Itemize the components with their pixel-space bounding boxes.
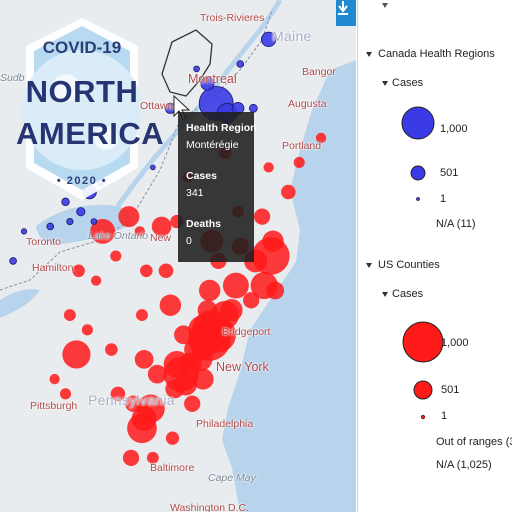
map-area[interactable]: COVID-19 NORTH AMERICA • 2020 • Trois-Ri… xyxy=(0,0,356,512)
us-county-bubble-46 xyxy=(59,388,72,400)
canada-bubble-scale xyxy=(401,106,435,201)
place-label-2: Montreal xyxy=(188,72,237,86)
covid19-north-america-badge: COVID-19 NORTH AMERICA • 2020 • xyxy=(16,18,165,200)
download-icon xyxy=(338,1,348,15)
canada-region-bubble-11 xyxy=(66,217,74,226)
place-label-16: Cape May xyxy=(208,472,256,484)
us-county-bubble-17 xyxy=(189,347,213,371)
us-county-bubble-10 xyxy=(266,281,285,300)
place-label-7: Sudb xyxy=(0,72,25,84)
us-county-bubble-44 xyxy=(81,324,93,336)
place-label-1: Maine xyxy=(272,28,312,44)
legend-canada-1: 1 xyxy=(440,193,447,205)
us-county-bubble-60 xyxy=(90,275,102,286)
us-county-bubble-56 xyxy=(122,449,140,466)
us-county-bubble-58 xyxy=(110,250,122,262)
us-county-bubble-64 xyxy=(243,292,260,309)
us-county-bubble-53 xyxy=(192,368,214,390)
us-county-bubble-61 xyxy=(49,373,60,385)
tooltip-cases-value: 341 xyxy=(186,187,204,199)
legend-canada-1000: 1,000 xyxy=(440,123,468,135)
us-county-bubble-39 xyxy=(263,162,274,173)
us-county-bubble-38 xyxy=(253,208,271,225)
place-label-17: Baltimore xyxy=(150,462,195,474)
place-label-4: Bangor xyxy=(302,66,336,78)
region-tooltip: Health Region Montérégie Cases 341 Death… xyxy=(178,112,257,262)
us-county-bubble-43 xyxy=(105,343,118,356)
legend-canada-cases[interactable]: Cases xyxy=(392,77,423,89)
place-label-15: Philadelphia xyxy=(196,418,254,430)
tooltip-deaths-label: Deaths xyxy=(186,218,222,230)
tooltip-deaths-value: 0 xyxy=(186,235,192,247)
canada-region-bubble-16 xyxy=(236,60,245,68)
us-county-bubble-22 xyxy=(147,364,167,384)
us-county-bubble-31 xyxy=(220,299,243,322)
us-county-bubble-45 xyxy=(63,309,76,322)
place-label-10: Hamilton xyxy=(32,262,74,274)
place-label-8: Lake Ontario xyxy=(88,230,149,242)
place-label-3: Ottawa xyxy=(140,100,174,112)
legend-us-1: 1 xyxy=(441,410,448,422)
place-label-14: Pennsylvania xyxy=(88,392,175,408)
canada-region-bubble-19 xyxy=(150,164,156,171)
legend-us-cases[interactable]: Cases xyxy=(392,288,423,300)
canada-region-bubble-13 xyxy=(9,257,17,265)
us-county-bubble-54 xyxy=(165,431,180,445)
canada-region-bubble-9 xyxy=(46,222,55,231)
place-label-19: Pittsburgh xyxy=(30,400,78,412)
collapse-canada-icon[interactable] xyxy=(366,52,372,57)
canada-region-bubble-17 xyxy=(193,65,200,73)
us-county-bubble-29 xyxy=(198,279,221,302)
us-county-bubble-57 xyxy=(72,264,85,278)
legend-us-title[interactable]: US Counties xyxy=(378,259,440,271)
us-county-bubble-32 xyxy=(158,263,174,279)
legend-us-501: 501 xyxy=(441,384,460,396)
top-collapse-icon[interactable] xyxy=(382,3,388,8)
us-county-bubble-42 xyxy=(136,309,148,322)
place-label-12: Bridgeport xyxy=(222,326,271,338)
place-label-13: New York xyxy=(216,360,269,374)
legend-us-1000: 1,000 xyxy=(441,337,469,349)
download-button[interactable] xyxy=(336,0,356,26)
badge-line-year: • 2020 • xyxy=(56,175,108,187)
us-county-bubble-49 xyxy=(159,294,182,316)
badge-line-america: AMERICA xyxy=(16,116,165,151)
us-county-bubble-12 xyxy=(262,230,284,252)
us-county-bubble-40 xyxy=(293,156,305,169)
us-county-bubble-33 xyxy=(140,264,153,278)
us-county-bubble-26 xyxy=(118,206,140,228)
us-county-bubble-30 xyxy=(197,300,218,321)
tooltip-region-value: Montérégie xyxy=(186,139,239,151)
place-label-18: Washington D.C. xyxy=(170,502,249,512)
us-county-bubble-11 xyxy=(281,184,296,200)
us-county-bubble-8 xyxy=(222,272,249,299)
collapse-us-cases-icon[interactable] xyxy=(382,292,388,297)
tooltip-region-label: Health Region xyxy=(186,122,257,134)
badge-line-covid19: COVID-19 xyxy=(42,38,122,57)
collapse-us-icon[interactable] xyxy=(366,263,372,268)
legend-panel: Canada Health Regions Cases 1,000 501 1 … xyxy=(357,0,512,512)
us-county-bubble-52 xyxy=(184,395,201,412)
canada-region-bubble-18 xyxy=(20,228,28,235)
us-county-bubble-24 xyxy=(62,340,91,369)
place-label-5: Augusta xyxy=(288,98,327,110)
us-county-bubble-50 xyxy=(174,325,193,345)
badge-line-north: NORTH xyxy=(25,74,139,109)
collapse-canada-cases-icon[interactable] xyxy=(382,81,388,86)
place-label-9: Toronto xyxy=(26,236,62,248)
legend-canada-title[interactable]: Canada Health Regions xyxy=(378,48,495,60)
canada-region-bubble-7 xyxy=(76,207,86,217)
legend-us-na: N/A (1,025) xyxy=(436,459,492,471)
place-label-0: Trois-Rivieres xyxy=(200,12,265,24)
legend-canada-501: 501 xyxy=(440,167,459,179)
place-label-11: New xyxy=(150,232,172,244)
canada-region-bubble-14 xyxy=(90,218,98,225)
us-county-bubble-48 xyxy=(134,349,154,369)
legend-us-out-of-ranges: Out of ranges (35) xyxy=(436,436,512,448)
place-label-6: Portland xyxy=(282,140,322,152)
legend-canada-na: N/A (11) xyxy=(436,218,476,230)
us-bubble-scale xyxy=(402,321,444,420)
tooltip-cases-label: Cases xyxy=(186,170,217,182)
